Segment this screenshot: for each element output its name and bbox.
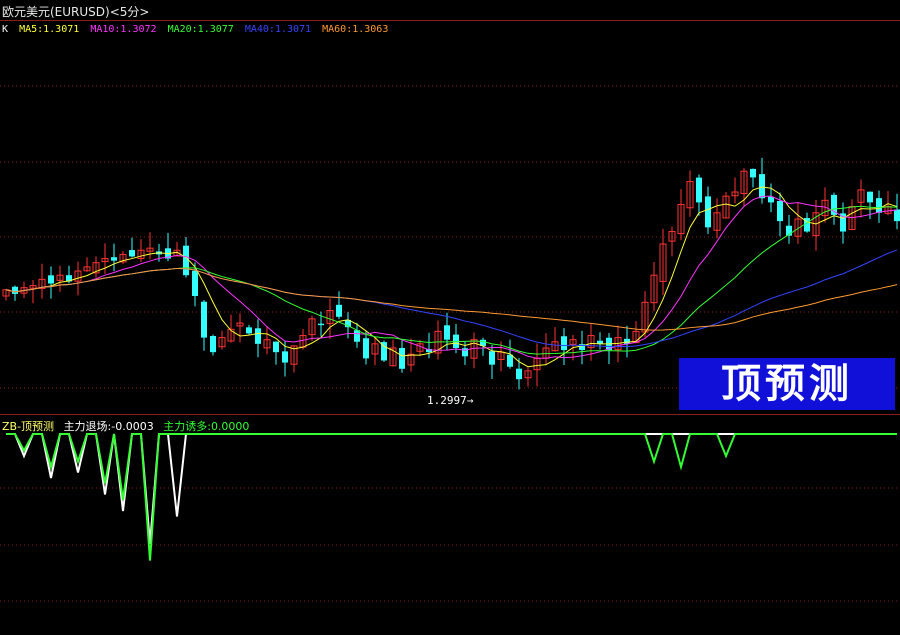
- candle-down: [894, 209, 900, 222]
- candle-down: [516, 368, 522, 380]
- candle-down: [192, 270, 198, 296]
- candle-down: [336, 304, 342, 317]
- candle-down: [777, 200, 783, 222]
- candle-down: [876, 198, 882, 213]
- candle-down: [129, 250, 135, 257]
- candle-down: [48, 275, 54, 284]
- ma5-line: [5, 186, 898, 368]
- candle-down: [705, 196, 711, 228]
- candle-down: [867, 191, 873, 203]
- candle-down: [561, 336, 567, 351]
- top-prediction-badge: 顶预测: [679, 358, 895, 410]
- price-chart[interactable]: [0, 0, 900, 635]
- candle-down: [183, 245, 189, 276]
- lure-value-label: 主力诱多:0.0000: [163, 420, 250, 433]
- ma20-line: [5, 205, 898, 355]
- candle-down: [255, 328, 261, 344]
- candle-down: [318, 323, 324, 326]
- candle-down: [354, 330, 360, 342]
- candle-down: [273, 341, 279, 353]
- indicator-name: ZB-顶预测: [2, 420, 55, 433]
- lure-line: [6, 433, 897, 561]
- candle-down: [624, 338, 630, 344]
- candle-down: [282, 351, 288, 363]
- candle-down: [111, 257, 117, 261]
- candle-down: [507, 354, 513, 367]
- candle-down: [840, 213, 846, 232]
- candle-down: [399, 348, 405, 369]
- ma60-line: [5, 267, 898, 331]
- candle-down: [210, 336, 216, 353]
- candle-down: [489, 351, 495, 365]
- candle-down: [201, 301, 207, 338]
- low-price-annotation: 1.2997→: [427, 394, 474, 407]
- candle-down: [759, 174, 765, 199]
- candle-down: [363, 338, 369, 359]
- exit-line: [6, 433, 897, 545]
- candle-down: [750, 168, 756, 178]
- ma10-line: [5, 195, 898, 359]
- candle-down: [444, 325, 450, 340]
- candle-down: [246, 327, 252, 334]
- panel-separator: [0, 414, 900, 415]
- candle-down: [12, 286, 18, 294]
- indicator-legend: ZB-顶预测 主力退场:-0.0003 主力诱多:0.0000: [2, 418, 255, 434]
- candle-down: [696, 177, 702, 203]
- exit-value-label: 主力退场:-0.0003: [63, 420, 154, 433]
